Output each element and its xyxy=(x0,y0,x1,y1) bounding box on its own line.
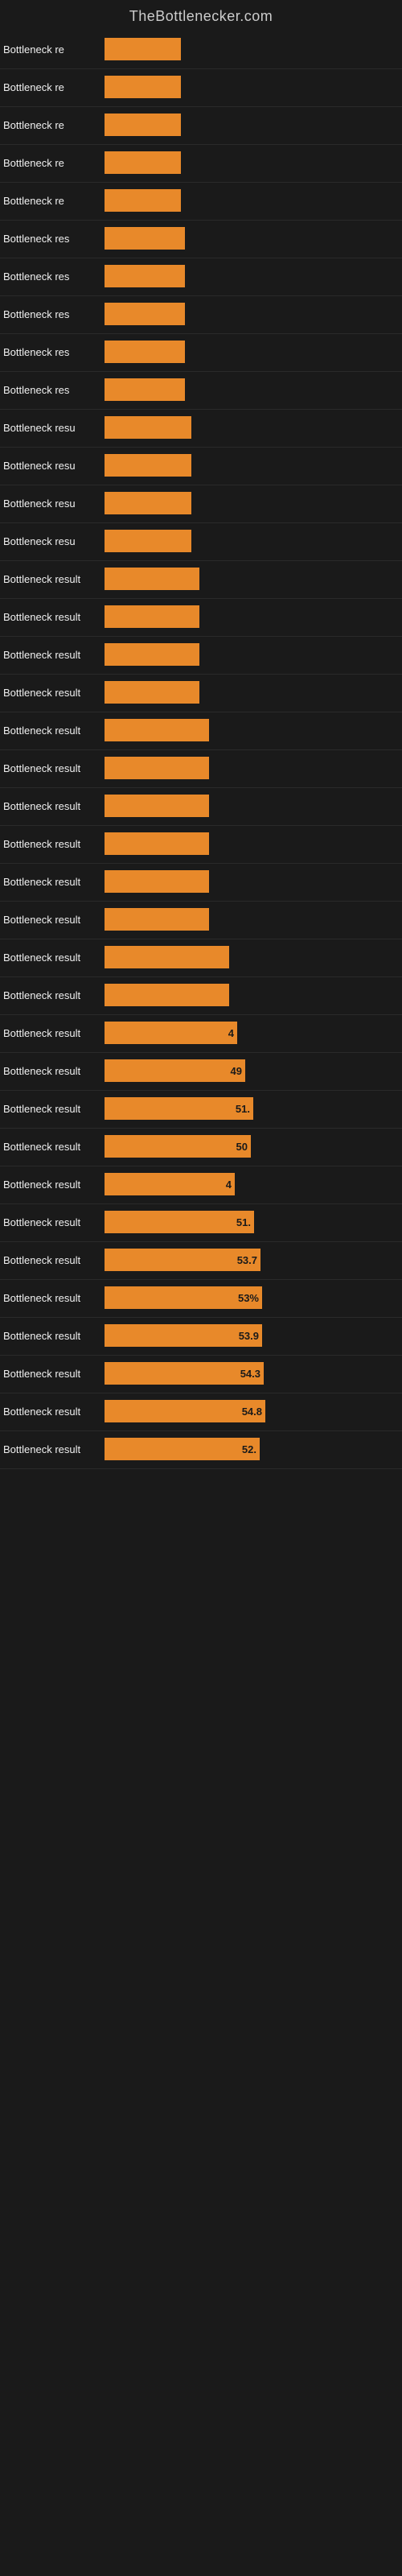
bar-label: Bottleneck res xyxy=(0,233,105,245)
table-row: Bottleneck result xyxy=(0,637,402,675)
bar-value: 50 xyxy=(236,1141,248,1153)
table-row: Bottleneck result 53.7 xyxy=(0,1242,402,1280)
bar-label: Bottleneck result xyxy=(0,573,105,585)
bar-label: Bottleneck result xyxy=(0,838,105,850)
table-row: Bottleneck res xyxy=(0,296,402,334)
bar-label: Bottleneck result xyxy=(0,989,105,1001)
bar-label: Bottleneck re xyxy=(0,157,105,169)
table-row: Bottleneck result xyxy=(0,902,402,939)
table-row: Bottleneck result xyxy=(0,788,402,826)
bar-label: Bottleneck result xyxy=(0,1254,105,1266)
bar-value: 52. xyxy=(242,1443,256,1455)
bar-label: Bottleneck result xyxy=(0,800,105,812)
bar-label: Bottleneck resu xyxy=(0,422,105,434)
table-row: Bottleneck result xyxy=(0,864,402,902)
bar-value: 51. xyxy=(236,1103,250,1115)
bar-label: Bottleneck re xyxy=(0,119,105,131)
bar-label: Bottleneck res xyxy=(0,346,105,358)
bar-label: Bottleneck result xyxy=(0,649,105,661)
table-row: Bottleneck re xyxy=(0,31,402,69)
table-row: Bottleneck resu xyxy=(0,448,402,485)
table-row: Bottleneck res xyxy=(0,258,402,296)
bar-label: Bottleneck re xyxy=(0,43,105,56)
table-row: Bottleneck result 4 xyxy=(0,1015,402,1053)
site-title: TheBottlenecker.com xyxy=(0,0,402,31)
table-row: Bottleneck re xyxy=(0,145,402,183)
bar-label: Bottleneck result xyxy=(0,1406,105,1418)
bar-label: Bottleneck res xyxy=(0,270,105,283)
bar-label: Bottleneck result xyxy=(0,1216,105,1228)
bar-label: Bottleneck resu xyxy=(0,535,105,547)
bar-label: Bottleneck result xyxy=(0,1141,105,1153)
table-row: Bottleneck result xyxy=(0,712,402,750)
table-row: Bottleneck result 53% xyxy=(0,1280,402,1318)
table-row: Bottleneck result 54.8 xyxy=(0,1393,402,1431)
bar-label: Bottleneck result xyxy=(0,1103,105,1115)
table-row: Bottleneck result xyxy=(0,750,402,788)
table-row: Bottleneck result 54.3 xyxy=(0,1356,402,1393)
bar-label: Bottleneck result xyxy=(0,1179,105,1191)
table-row: Bottleneck re xyxy=(0,183,402,221)
bar-label: Bottleneck result xyxy=(0,1027,105,1039)
table-row: Bottleneck result xyxy=(0,675,402,712)
bar-value: 4 xyxy=(226,1179,232,1191)
table-row: Bottleneck result 51. xyxy=(0,1204,402,1242)
bar-value: 4 xyxy=(228,1027,234,1039)
bar-value: 54.8 xyxy=(242,1406,262,1418)
table-row: Bottleneck result xyxy=(0,561,402,599)
bar-value: 53.9 xyxy=(239,1330,259,1342)
bar-label: Bottleneck res xyxy=(0,308,105,320)
bar-label: Bottleneck re xyxy=(0,81,105,93)
table-row: Bottleneck result xyxy=(0,826,402,864)
bar-value: 53.7 xyxy=(237,1254,257,1266)
bar-label: Bottleneck result xyxy=(0,1065,105,1077)
table-row: Bottleneck res xyxy=(0,221,402,258)
bar-label: Bottleneck resu xyxy=(0,497,105,510)
table-row: Bottleneck result xyxy=(0,977,402,1015)
table-row: Bottleneck result 4 xyxy=(0,1166,402,1204)
bar-value: 53% xyxy=(238,1292,259,1304)
table-row: Bottleneck resu xyxy=(0,523,402,561)
bar-value: 54.3 xyxy=(240,1368,260,1380)
bar-label: Bottleneck result xyxy=(0,952,105,964)
bar-label: Bottleneck result xyxy=(0,876,105,888)
bar-value: 49 xyxy=(231,1065,242,1077)
table-row: Bottleneck result 51. xyxy=(0,1091,402,1129)
bar-label: Bottleneck result xyxy=(0,1292,105,1304)
table-row: Bottleneck result 49 xyxy=(0,1053,402,1091)
table-row: Bottleneck re xyxy=(0,69,402,107)
bar-value: 51. xyxy=(236,1216,251,1228)
bar-label: Bottleneck result xyxy=(0,1443,105,1455)
bar-label: Bottleneck res xyxy=(0,384,105,396)
table-row: Bottleneck result 53.9 xyxy=(0,1318,402,1356)
bar-label: Bottleneck result xyxy=(0,914,105,926)
bar-label: Bottleneck result xyxy=(0,762,105,774)
table-row: Bottleneck re xyxy=(0,107,402,145)
bar-label: Bottleneck resu xyxy=(0,460,105,472)
bar-label: Bottleneck result xyxy=(0,611,105,623)
bar-label: Bottleneck result xyxy=(0,1368,105,1380)
table-row: Bottleneck res xyxy=(0,372,402,410)
bar-label: Bottleneck result xyxy=(0,1330,105,1342)
table-row: Bottleneck resu xyxy=(0,410,402,448)
bar-label: Bottleneck result xyxy=(0,724,105,737)
table-row: Bottleneck res xyxy=(0,334,402,372)
table-row: Bottleneck resu xyxy=(0,485,402,523)
bar-label: Bottleneck re xyxy=(0,195,105,207)
table-row: Bottleneck result 52. xyxy=(0,1431,402,1469)
table-row: Bottleneck result xyxy=(0,599,402,637)
table-row: Bottleneck result 50 xyxy=(0,1129,402,1166)
table-row: Bottleneck result xyxy=(0,939,402,977)
bar-label: Bottleneck result xyxy=(0,687,105,699)
